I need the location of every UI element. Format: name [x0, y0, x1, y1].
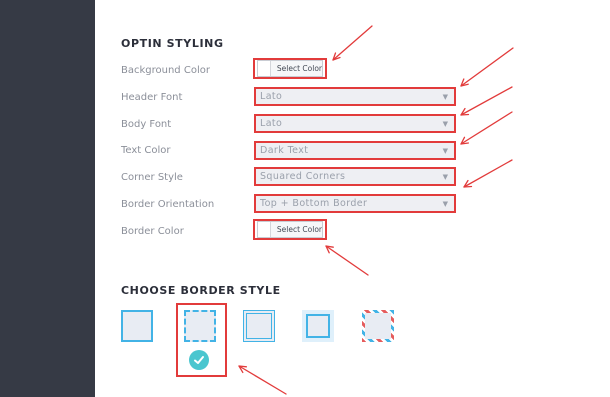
annotation-arrow [325, 245, 369, 276]
annotation-arrow [460, 86, 513, 116]
annotation-arrow [463, 159, 513, 188]
annotation-arrows [238, 25, 514, 395]
annotation-arrow [332, 25, 373, 61]
annotation-arrow [460, 111, 513, 145]
annotation-arrow [460, 47, 514, 87]
annotation-arrow [238, 365, 287, 395]
